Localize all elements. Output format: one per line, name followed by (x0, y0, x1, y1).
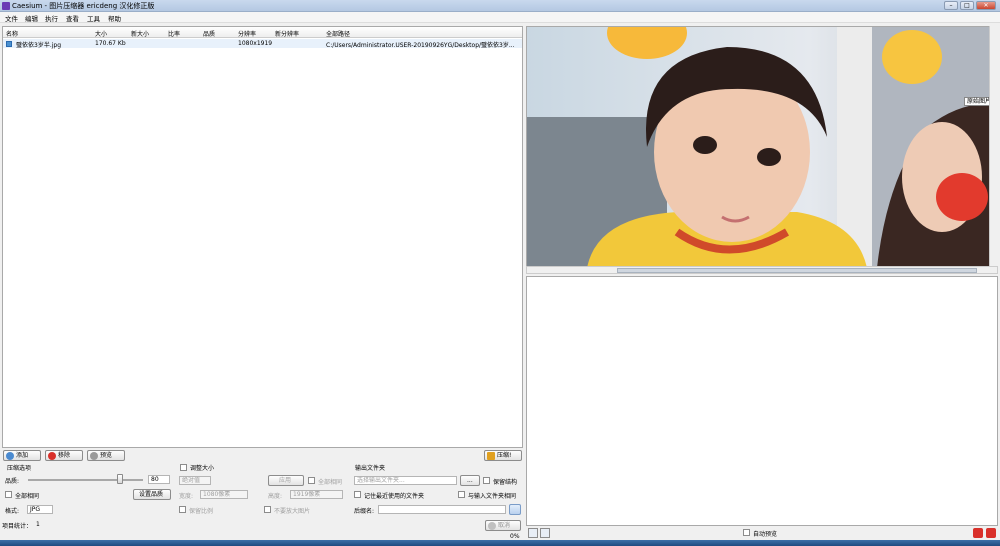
compress-icon (487, 452, 495, 460)
quality-spinbox[interactable]: 80 (148, 475, 170, 484)
keep-structure-checkbox[interactable] (483, 477, 490, 484)
status-bar: 项目统计： 1 取消 0% (0, 520, 525, 540)
app-icon (2, 2, 10, 10)
close-button[interactable]: ✕ (976, 1, 996, 10)
plus-icon (6, 452, 14, 460)
format-select[interactable]: JPG (27, 505, 53, 514)
file-list[interactable]: 名称 大小 新大小 比率 品质 分辨率 新分辨率 全部路径 璧依依3岁半.jpg… (2, 26, 523, 448)
quality-slider-track[interactable] (28, 479, 143, 481)
quality-label: 品质: (5, 478, 20, 485)
action-toolbar: 添加 移除 预览 压缩! (0, 449, 525, 462)
auto-preview-checkbox[interactable] (743, 529, 750, 536)
zoom-out-icon[interactable] (973, 528, 983, 538)
resize-checkbox[interactable] (180, 464, 187, 471)
add-button[interactable]: 添加 (3, 450, 41, 461)
col-new-size[interactable]: 新大小 (131, 29, 149, 38)
output-group-title: 输出文件夹 (355, 465, 386, 472)
original-preview[interactable]: 原始图片 (526, 26, 998, 267)
same-as-input-label: 与输入文件夹相同 (468, 493, 517, 500)
remember-folder-label: 记住最近使用的文件夹 (364, 493, 425, 500)
options-panel: 压缩选项 品质: 80 全部相同 设置品质 格式: JPG 调整大小 绝对值 应… (0, 462, 525, 520)
same-as-input-checkbox[interactable] (458, 491, 465, 498)
window-title: Caesium - 图片压缩器 ericdeng 汉化修正版 (12, 2, 155, 10)
compression-group-title: 压缩选项 (7, 465, 32, 472)
maximize-button[interactable]: □ (960, 1, 974, 10)
suffix-input[interactable] (378, 505, 506, 514)
suffix-label: 后缀名: (354, 508, 375, 515)
progress-label: 0% (510, 533, 520, 540)
preview-horizontal-scrollbar[interactable] (526, 266, 998, 274)
height-label: 高度: (268, 493, 283, 500)
apply-button[interactable]: 应用 (268, 475, 304, 486)
apply-all-label: 全部相同 (318, 479, 343, 486)
menu-tools[interactable]: 工具 (87, 13, 100, 23)
format-label: 格式: (5, 508, 20, 515)
col-ratio[interactable]: 比率 (168, 29, 180, 38)
preview-bar: 自动预览 (526, 527, 998, 539)
compressed-preview[interactable] (526, 276, 998, 526)
col-quality[interactable]: 品质 (203, 29, 215, 38)
col-path[interactable]: 全部路径 (326, 29, 350, 38)
zoom-actual-icon[interactable] (540, 528, 550, 538)
height-field[interactable]: 1919像素 (290, 490, 343, 499)
col-new-resolution[interactable]: 新分辨率 (275, 29, 299, 38)
output-folder-input[interactable]: 选择输出文件夹... (354, 476, 457, 485)
col-resolution[interactable]: 分辨率 (238, 29, 256, 38)
quality-slider-thumb[interactable] (117, 474, 123, 484)
image-file-icon (6, 41, 12, 47)
magnifier-icon (90, 452, 98, 460)
same-for-all-checkbox[interactable] (5, 491, 12, 498)
width-label: 宽度: (179, 493, 194, 500)
apply-all-checkbox[interactable] (308, 477, 315, 484)
menu-bar: 文件 编辑 执行 查看 工具 帮助 (0, 12, 1000, 23)
cancel-button[interactable]: 取消 (485, 520, 521, 531)
child-photo (527, 27, 997, 266)
list-header: 名称 大小 新大小 比率 品质 分辨率 新分辨率 全部路径 (3, 27, 522, 38)
menu-view[interactable]: 查看 (66, 13, 79, 23)
title-bar: Caesium - 图片压缩器 ericdeng 汉化修正版 – □ ✕ (0, 0, 1000, 12)
remove-icon (48, 452, 56, 460)
preview-button[interactable]: 预览 (87, 450, 125, 461)
preview-vertical-scrollbar[interactable] (989, 26, 998, 266)
no-enlarge-checkbox[interactable] (264, 506, 271, 513)
keep-ratio-checkbox[interactable] (179, 506, 186, 513)
zoom-fit-icon[interactable] (528, 528, 538, 538)
cell-size: 170.67 Kb (95, 40, 126, 47)
col-size[interactable]: 大小 (95, 29, 107, 38)
keep-structure-label: 保留结构 (493, 479, 518, 486)
resize-mode-select[interactable]: 绝对值 (179, 476, 211, 485)
table-row[interactable]: 璧依依3岁半.jpg 170.67 Kb 1080x1919 C:/Users/… (3, 39, 522, 49)
keep-ratio-label: 保留比例 (189, 508, 214, 515)
menu-edit[interactable]: 编辑 (25, 13, 38, 23)
compress-button[interactable]: 压缩! (484, 450, 522, 461)
menu-run[interactable]: 执行 (45, 13, 58, 23)
scrollbar-thumb[interactable] (617, 268, 977, 273)
remember-folder-checkbox[interactable] (354, 491, 361, 498)
no-enlarge-label: 不要放大图片 (274, 508, 311, 515)
col-name[interactable]: 名称 (6, 29, 18, 38)
suffix-apply-icon[interactable] (509, 504, 521, 515)
cancel-icon (488, 522, 496, 530)
items-count-label: 项目统计： (2, 523, 33, 530)
menu-file[interactable]: 文件 (5, 13, 18, 23)
items-count: 1 (36, 521, 40, 528)
cell-name: 璧依依3岁半.jpg (16, 42, 62, 49)
taskbar (0, 540, 1000, 546)
auto-preview-label: 自动预览 (753, 531, 778, 538)
minimize-button[interactable]: – (944, 1, 958, 10)
width-field[interactable]: 1080像素 (200, 490, 248, 499)
cell-resolution: 1080x1919 (238, 40, 273, 47)
set-quality-button[interactable]: 设置品质 (133, 489, 171, 500)
browse-button[interactable]: ... (460, 475, 480, 486)
zoom-in-icon[interactable] (986, 528, 996, 538)
same-for-all-label: 全部相同 (15, 493, 40, 500)
menu-help[interactable]: 帮助 (108, 13, 121, 23)
resize-label: 调整大小 (190, 465, 215, 472)
remove-button[interactable]: 移除 (45, 450, 83, 461)
cell-path: C:/Users/Administrator.USER-20190926YG/D… (326, 42, 515, 49)
